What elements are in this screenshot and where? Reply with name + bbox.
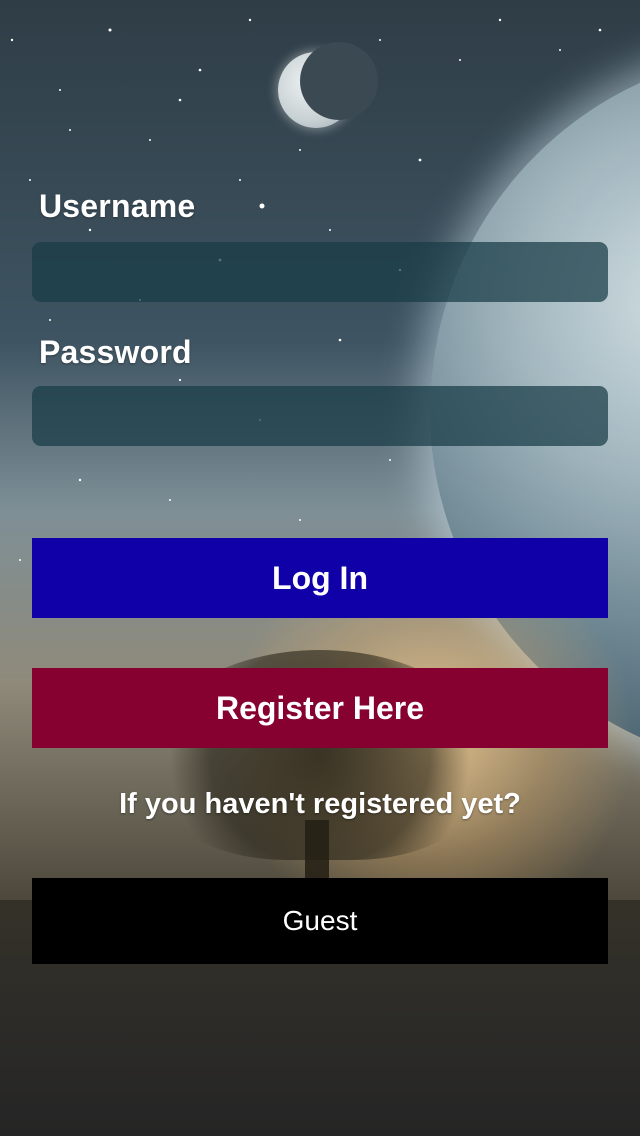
username-label: Username xyxy=(39,188,196,224)
guest-button-label: Guest xyxy=(282,905,358,936)
username-field[interactable] xyxy=(32,242,608,302)
login-button-label: Log In xyxy=(272,559,368,596)
login-screen: Username Password Log In Register Here I… xyxy=(0,0,640,1136)
login-button[interactable]: Log In xyxy=(32,538,608,618)
register-button-label: Register Here xyxy=(215,689,425,726)
guest-button[interactable]: Guest xyxy=(32,878,608,964)
register-hint-text: If you haven't registered yet? xyxy=(119,788,521,820)
password-label: Password xyxy=(39,334,192,370)
register-button[interactable]: Register Here xyxy=(32,668,608,748)
password-field[interactable] xyxy=(32,386,608,446)
